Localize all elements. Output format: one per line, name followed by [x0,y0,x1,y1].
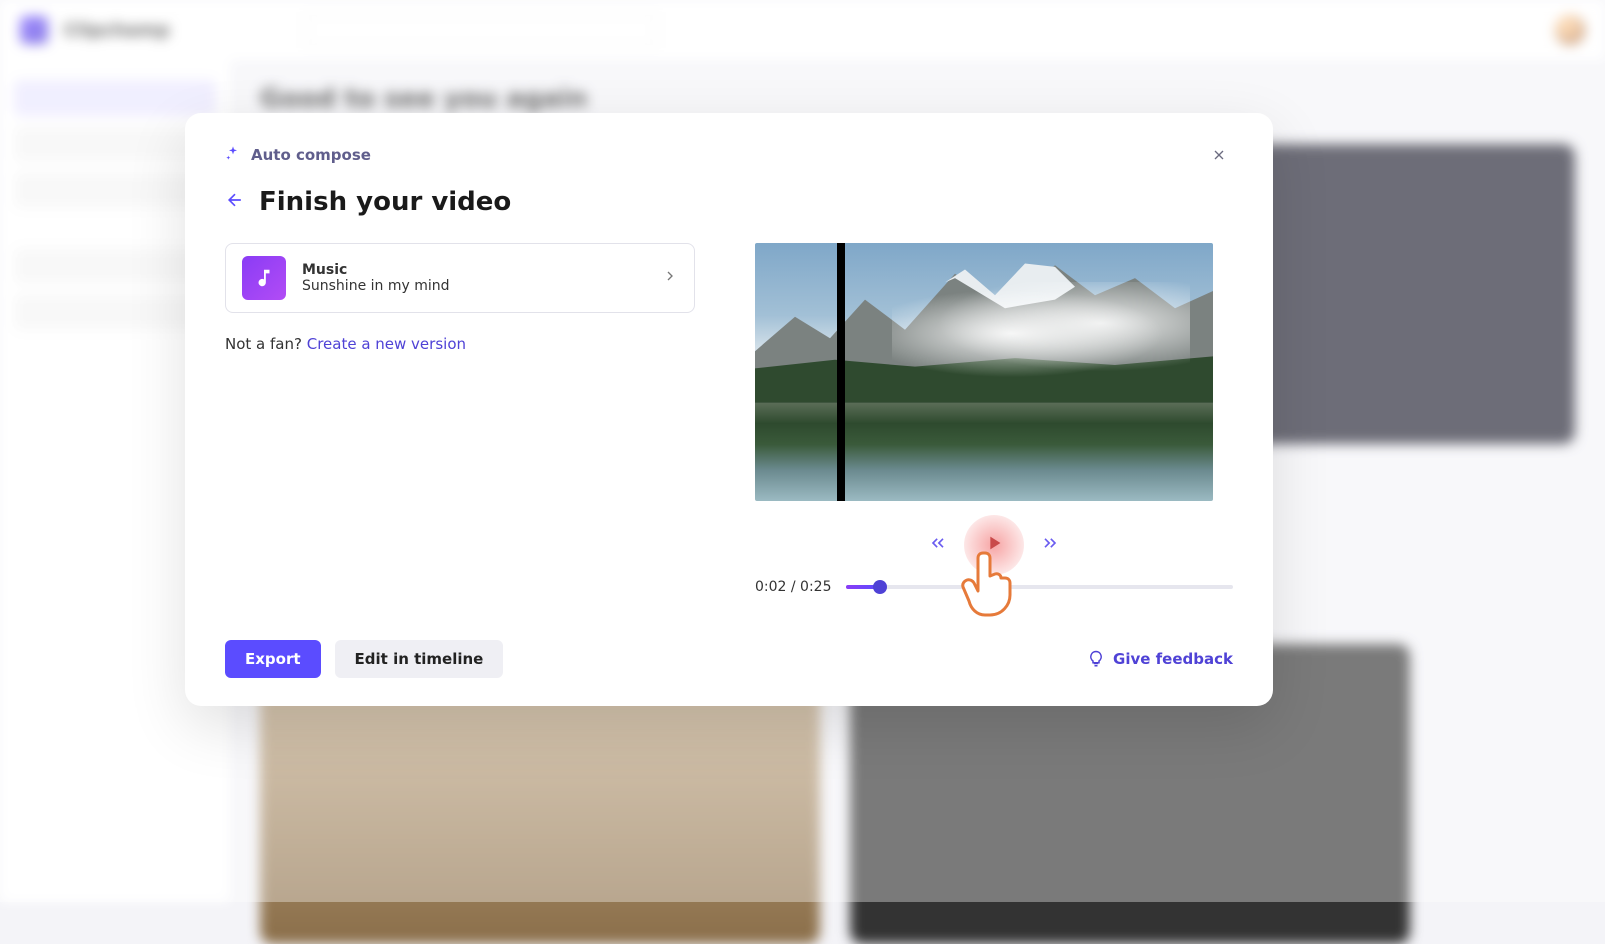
scrubber-knob[interactable] [873,580,887,594]
music-selection-card[interactable]: Music Sunshine in my mind [225,243,695,313]
lightbulb-icon [1087,650,1105,668]
playback-time: 0:02 / 0:25 [755,579,832,595]
edit-in-timeline-button[interactable]: Edit in timeline [335,640,504,678]
regenerate-text: Not a fan? Create a new version [225,335,695,353]
music-icon [242,256,286,300]
music-label: Music [302,262,450,278]
modal-title: Finish your video [259,187,511,217]
close-icon [1211,147,1227,163]
preview-clouds [892,282,1190,385]
chevron-right-icon [662,268,678,288]
feedback-label: Give feedback [1113,650,1233,668]
skip-forward-icon [1040,533,1060,553]
video-preview[interactable] [755,243,1213,501]
export-button[interactable]: Export [225,640,321,678]
auto-compose-label: Auto compose [251,146,371,164]
arrow-left-icon [225,190,245,210]
preview-cut-marker [837,243,845,501]
give-feedback-link[interactable]: Give feedback [1087,650,1233,668]
auto-compose-badge: Auto compose [225,145,371,165]
scrubber-track[interactable] [846,585,1234,589]
skip-back-icon [928,533,948,553]
skip-back-button[interactable] [928,533,948,557]
back-button[interactable] [225,190,245,214]
skip-forward-button[interactable] [1040,533,1060,557]
close-button[interactable] [1205,141,1233,169]
create-new-version-link[interactable]: Create a new version [307,335,466,353]
auto-compose-modal: Auto compose Finish your video Music Sun… [185,113,1273,706]
play-icon [983,532,1005,558]
regen-prefix: Not a fan? [225,335,307,353]
music-track-name: Sunshine in my mind [302,278,450,294]
play-button[interactable] [964,515,1024,575]
sparkle-icon [225,145,241,165]
